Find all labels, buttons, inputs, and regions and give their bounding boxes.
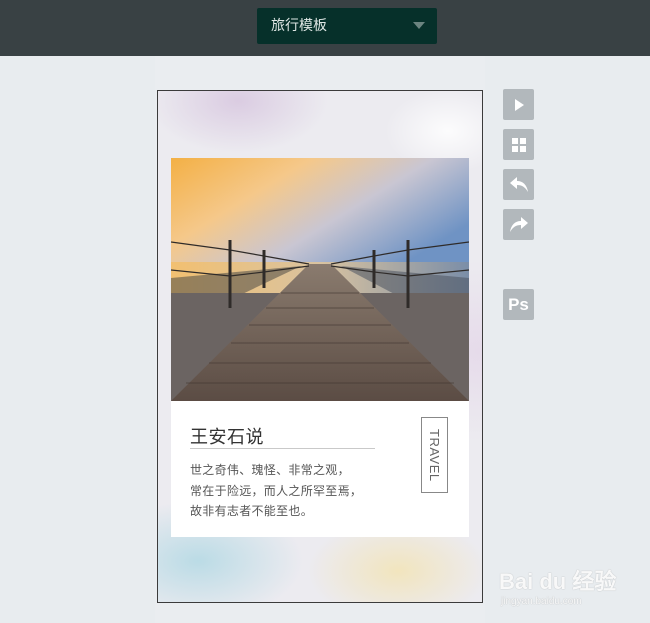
chevron-down-icon [413, 22, 425, 29]
photoshop-button[interactable]: Ps [503, 289, 534, 320]
travel-poster[interactable]: 王安石说 世之奇伟、瑰怪、非常之观， 常在于险远，而人之所罕至焉， 故非有志者不… [157, 90, 483, 603]
undo-arrow-icon [509, 176, 528, 192]
play-icon [514, 98, 524, 111]
watermark-logo: Bai du 经验 [499, 569, 617, 594]
ps-icon: Ps [508, 294, 529, 314]
poster-title: 王安石说 [190, 427, 264, 448]
travel-label: TRAVEL [427, 428, 442, 482]
template-dropdown-value: 旅行模板 [271, 18, 327, 34]
poster-text-card[interactable]: 王安石说 世之奇伟、瑰怪、非常之观， 常在于险远，而人之所罕至焉， 故非有志者不… [171, 401, 469, 537]
poster-body-line-3: 故非有志者不能至也。 [190, 504, 314, 518]
play-button[interactable] [503, 89, 534, 120]
baidu-jingyan-watermark: Bai du 经验 jingyan.baidu.com [497, 558, 647, 618]
top-bar: 旅行模板 [0, 0, 650, 56]
grid-icon [511, 137, 526, 152]
pier-sunset-image [171, 158, 469, 401]
redo-arrow-icon [509, 216, 528, 232]
travel-label-box: TRAVEL [421, 417, 448, 493]
redo-button[interactable] [503, 209, 534, 240]
layout-button[interactable] [503, 129, 534, 160]
poster-photo-pier[interactable] [171, 158, 469, 401]
watermark-url: jingyan.baidu.com [501, 596, 582, 607]
template-dropdown[interactable]: 旅行模板 [257, 8, 437, 44]
undo-button[interactable] [503, 169, 534, 200]
title-divider [190, 448, 375, 449]
poster-body-line-1: 世之奇伟、瑰怪、非常之观， [190, 463, 350, 477]
poster-body-line-2: 常在于险远，而人之所罕至焉， [190, 484, 363, 498]
